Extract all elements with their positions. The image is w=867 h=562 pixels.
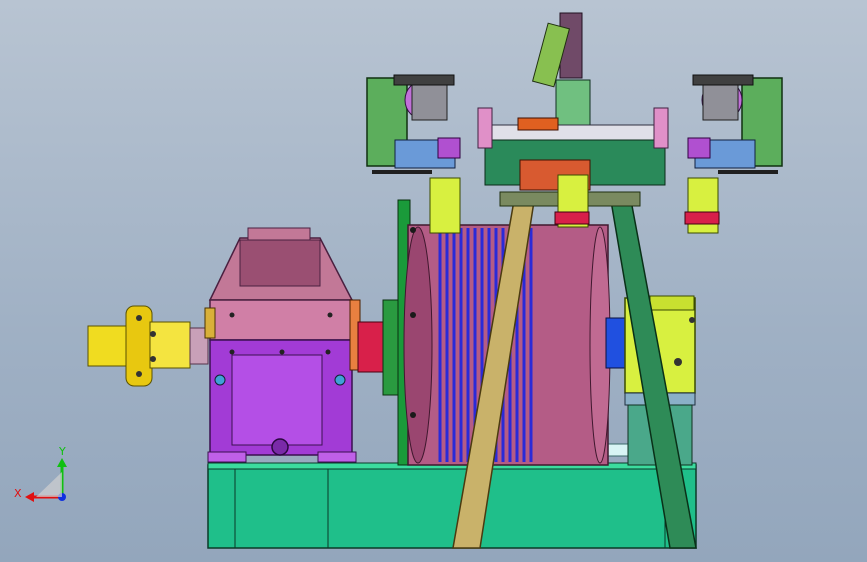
drum-coupling xyxy=(357,299,400,396)
cad-viewport[interactable]: Y X xyxy=(0,0,867,562)
x-axis-label: X xyxy=(14,487,22,500)
top-mechanism xyxy=(366,12,783,234)
output-shaft-coupling xyxy=(87,305,209,387)
view-triad[interactable]: Y X xyxy=(14,445,67,502)
y-axis-arrow xyxy=(57,458,67,467)
x-axis-arrow xyxy=(25,492,34,502)
triad-plane xyxy=(36,472,62,497)
gearbox xyxy=(204,227,361,463)
y-axis-label: Y xyxy=(58,445,66,458)
